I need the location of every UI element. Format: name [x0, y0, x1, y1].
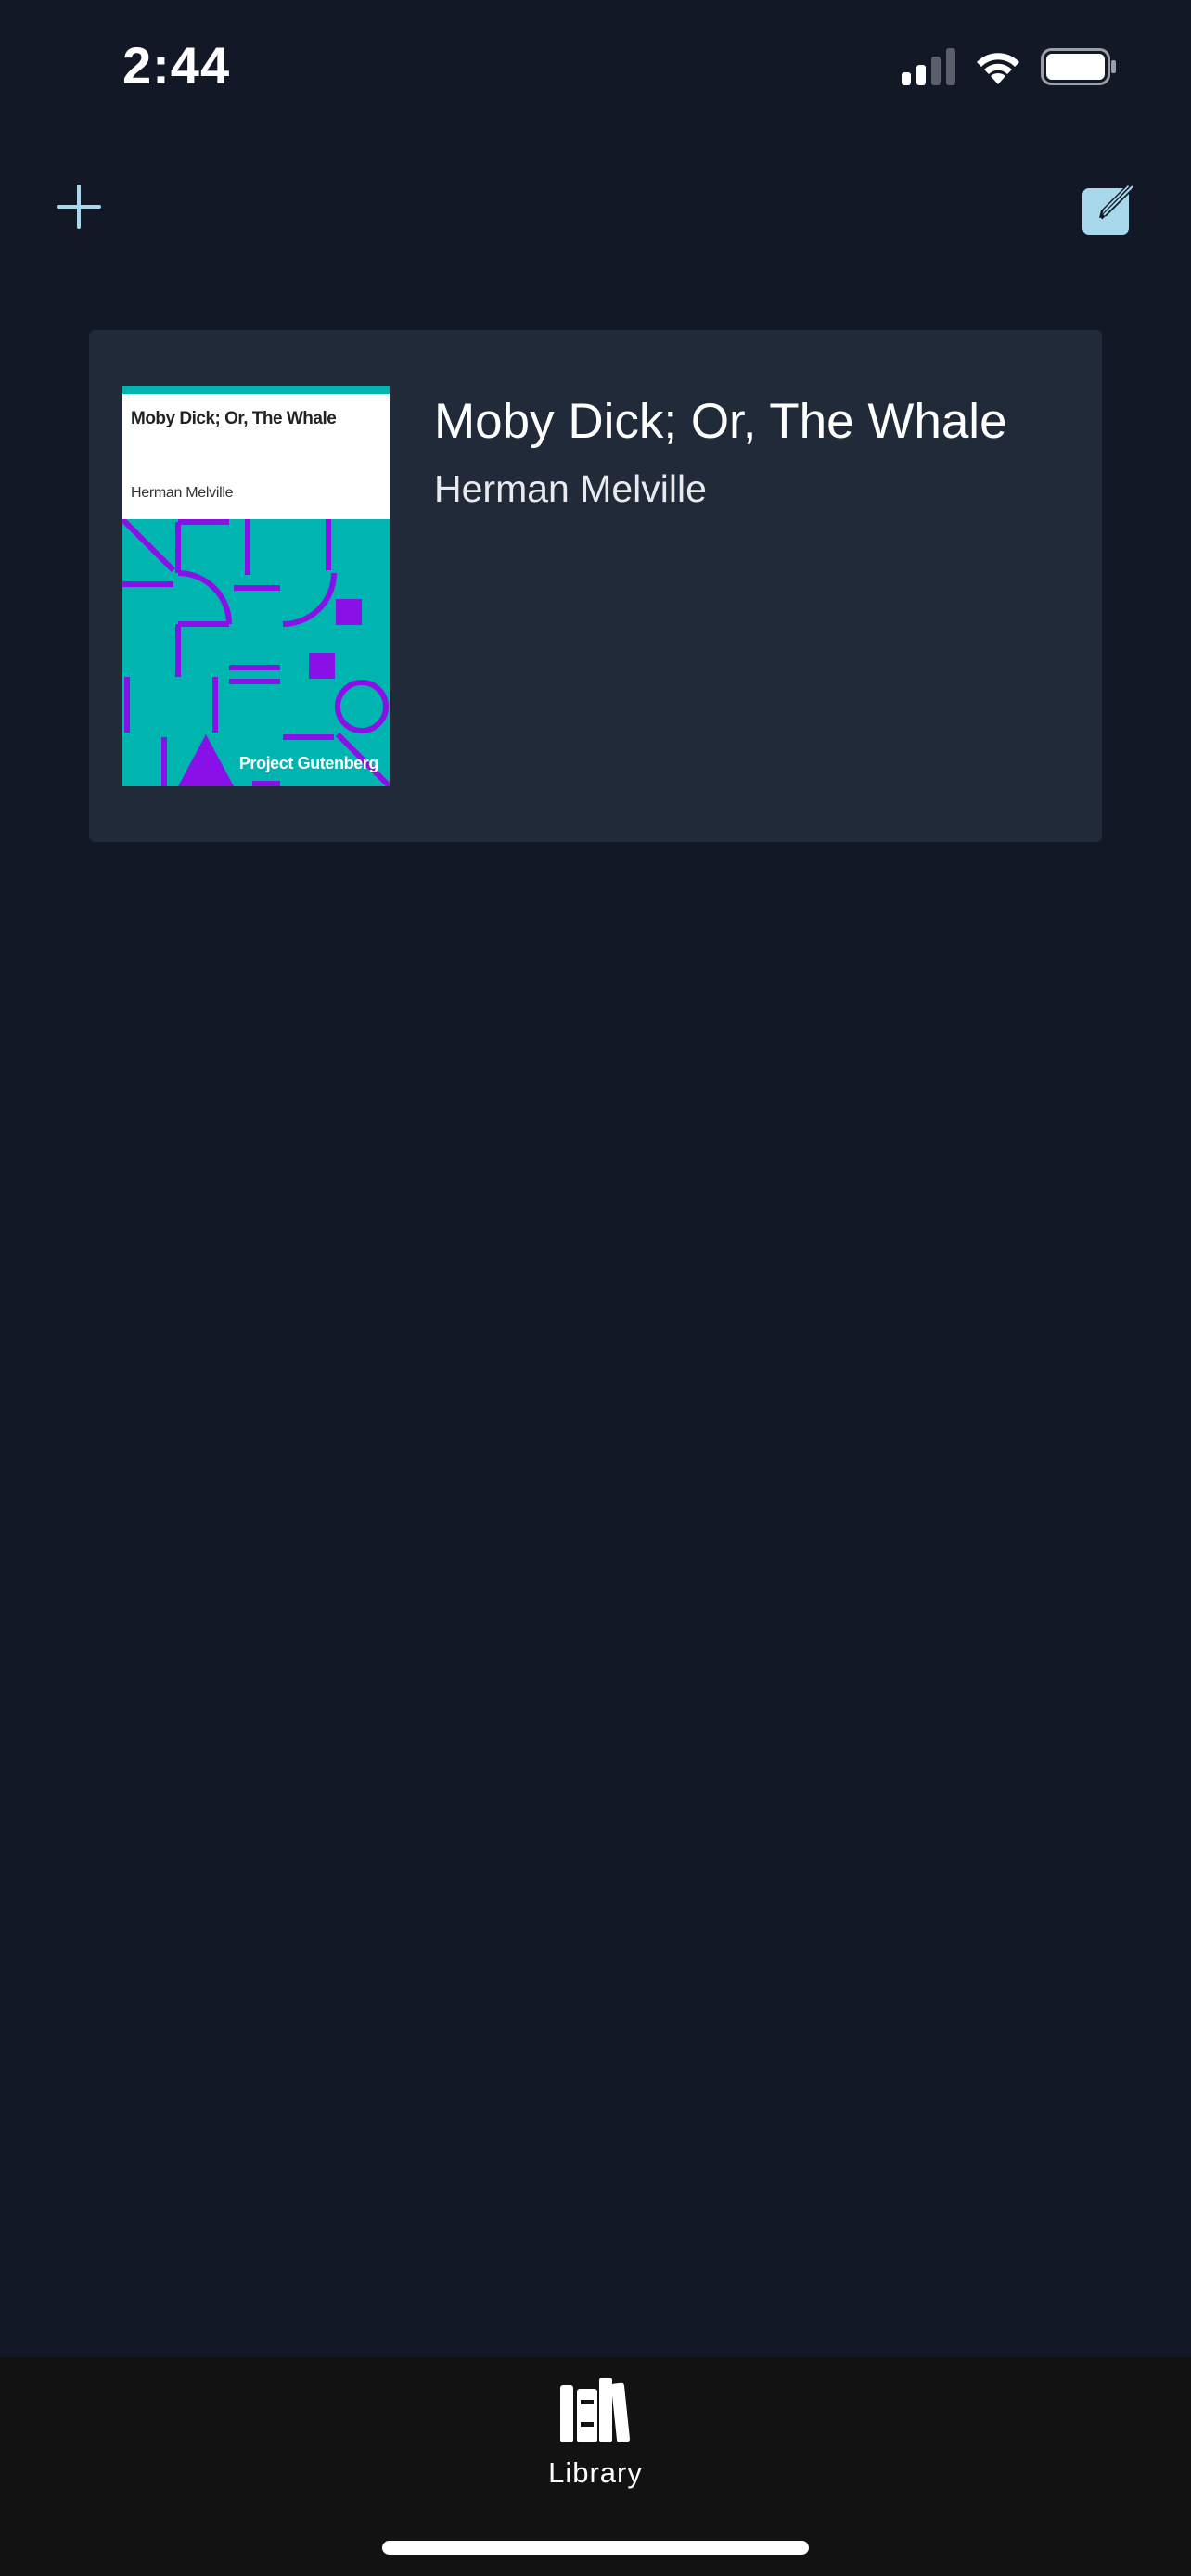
- cover-author: Herman Melville: [131, 485, 234, 501]
- book-author: Herman Melville: [434, 467, 707, 510]
- edit-button[interactable]: [1067, 167, 1150, 250]
- book-card[interactable]: Moby Dick; Or, The Whale Herman Melville: [89, 330, 1102, 842]
- compose-icon: [1079, 177, 1138, 241]
- wifi-icon: [974, 48, 1022, 90]
- cover-publisher: Project Gutenberg: [238, 754, 379, 772]
- books-icon: [558, 2376, 633, 2447]
- status-time: 2:44: [122, 36, 231, 95]
- battery-icon: [1041, 47, 1117, 90]
- book-title: Moby Dick; Or, The Whale: [434, 394, 1007, 449]
- status-icons: [902, 43, 1117, 95]
- status-bar: 2:44: [0, 0, 1191, 139]
- library-screen: 2:44 Moby Dick; Or, The Whale Herman Mel…: [0, 0, 1191, 2576]
- book-cover: Moby Dick; Or, The Whale Herman Melville: [122, 386, 390, 786]
- tab-library-label: Library: [548, 2456, 643, 2489]
- cover-header: Moby Dick; Or, The Whale Herman Melville: [122, 386, 390, 519]
- cover-artwork: [122, 519, 390, 786]
- add-book-button[interactable]: [37, 167, 121, 250]
- home-indicator: [382, 2541, 809, 2555]
- cover-title: Moby Dick; Or, The Whale: [131, 409, 337, 428]
- cellular-signal-icon: [902, 47, 955, 90]
- tab-library[interactable]: Library: [503, 2376, 688, 2496]
- plus-icon: [55, 183, 103, 236]
